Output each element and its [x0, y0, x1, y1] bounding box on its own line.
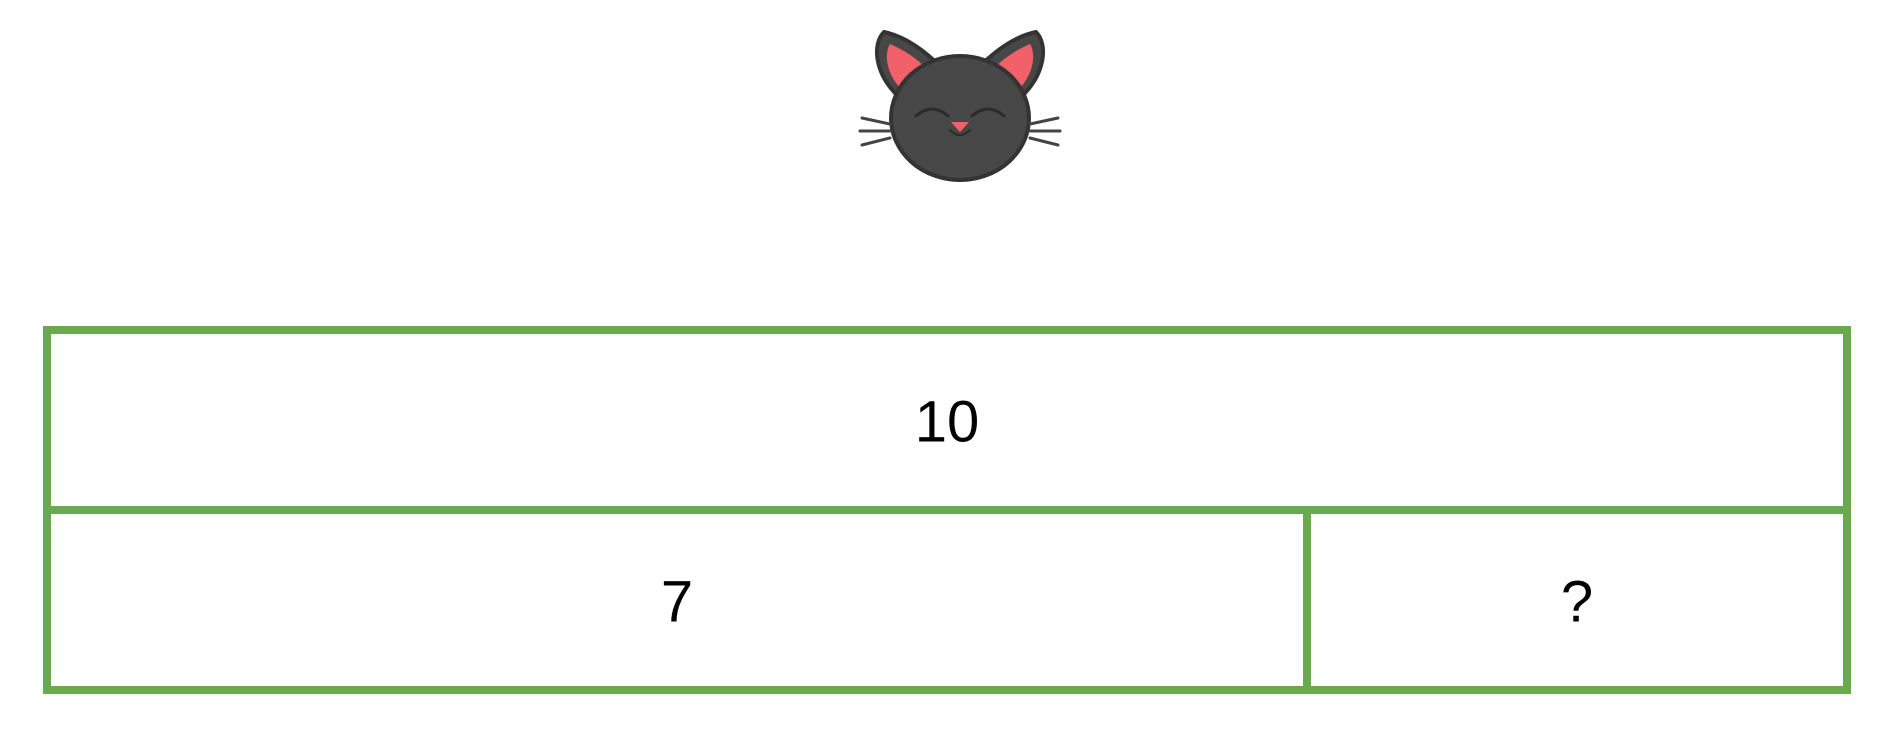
unknown-part-value: ? — [1561, 570, 1593, 635]
cat-face-icon — [858, 30, 1062, 182]
bar-model-diagram: 10 7 ? — [43, 326, 1851, 694]
cat-head — [889, 54, 1031, 182]
whole-value: 10 — [915, 390, 980, 455]
known-part-value: 7 — [661, 570, 693, 635]
cat-right-whiskers — [1028, 116, 1062, 147]
cat-left-whiskers — [858, 116, 892, 147]
